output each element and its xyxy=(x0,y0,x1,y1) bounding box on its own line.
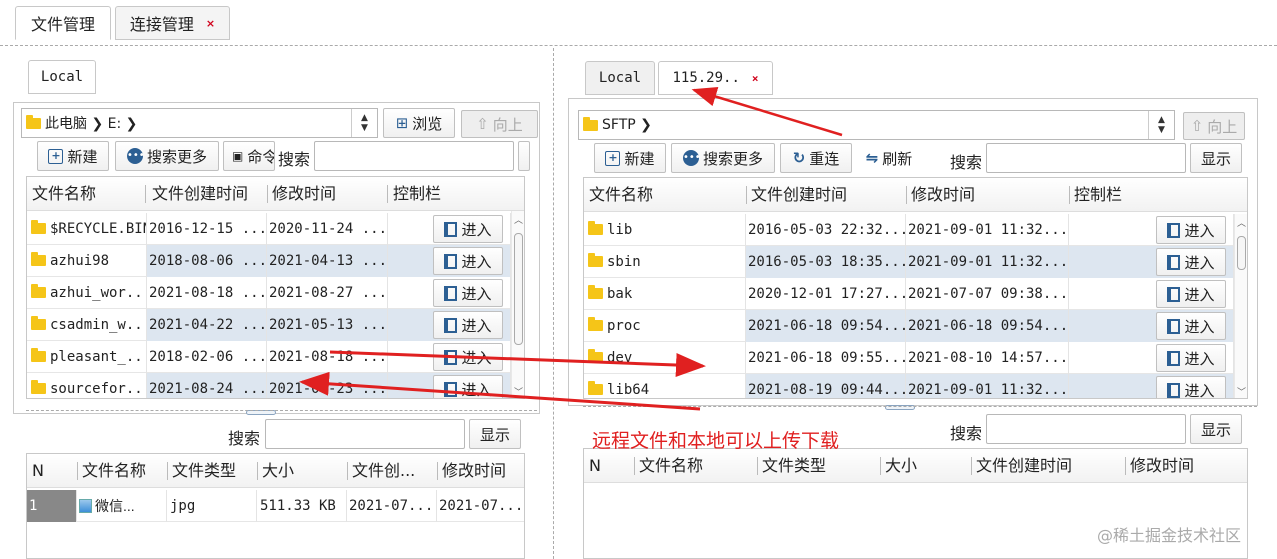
arrow-upload xyxy=(329,350,706,377)
arrow-to-remote-tab xyxy=(691,86,843,137)
annotation-arrows xyxy=(299,86,843,411)
arrow-download xyxy=(299,371,701,411)
watermark: @稀土掘金技术社区 xyxy=(1097,526,1242,545)
